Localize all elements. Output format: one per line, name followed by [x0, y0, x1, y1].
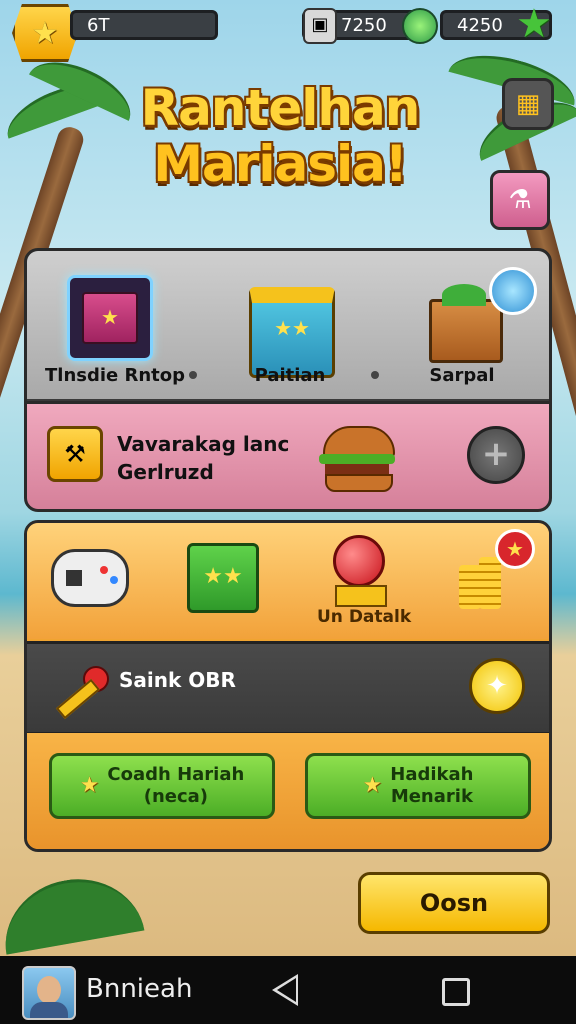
action-row: ★ Coadh Hariah (neca) ★ Hadikah Menarik	[27, 733, 549, 849]
gamepad-icon[interactable]	[51, 549, 129, 607]
title-line1: Rantelhan	[140, 79, 421, 137]
sparkle-button[interactable]: ✦	[469, 658, 525, 714]
treasure-box-icon: ★★	[274, 316, 310, 340]
rewards-item-label: Un Datalk	[317, 607, 412, 627]
user-name: Bnnieah	[86, 974, 193, 1004]
potion-icon: ⚗	[508, 185, 532, 215]
green-star-icon[interactable]: ★	[516, 2, 552, 46]
promo-line2: Gerlruzd	[117, 460, 214, 484]
right-reward-button[interactable]: ★ Hadikah Menarik	[305, 753, 531, 819]
back-icon-inner	[277, 978, 296, 1002]
info-badge-icon[interactable]	[489, 267, 537, 315]
separator-dot	[371, 371, 379, 379]
recents-icon[interactable]	[442, 978, 470, 1006]
shop-item-label-0: Tlnsdie Rntop	[45, 365, 186, 386]
status-row[interactable]: Saink OBR ✦	[27, 641, 549, 735]
game-title: Rantelhan Mariasia!	[100, 80, 460, 192]
status-label: Saink OBR	[119, 668, 236, 692]
currency-a-value: 7250	[341, 14, 387, 36]
open-button[interactable]: Oosn	[358, 872, 550, 934]
left-button-line1: Coadh Hariah	[107, 764, 245, 785]
rewards-panel: ★★ Un Datalk ★ Saink OBR ✦ ★ Coadh Haria…	[24, 520, 552, 852]
title-line2: Mariasia!	[153, 135, 407, 193]
separator-dot	[189, 371, 197, 379]
star-badge-icon: ★	[495, 529, 535, 569]
match-stick-icon	[53, 662, 109, 720]
avatar[interactable]	[22, 966, 76, 1020]
shop-items-row: ★ ★★ Tlnsdie Rntop Paitian Sarpal	[27, 251, 549, 399]
shop-item-0[interactable]: ★	[67, 275, 153, 361]
level-badge[interactable]: ★	[12, 4, 78, 62]
gift-box-green-icon[interactable]: ★★	[187, 543, 259, 613]
leaf-gem-icon[interactable]	[402, 8, 438, 44]
red-button-icon[interactable]	[333, 535, 385, 587]
right-button-line1: Hadikah	[390, 764, 474, 785]
promo-row[interactable]: ⚒ Vavarakag lanc Gerlruzd +	[27, 401, 549, 509]
shop-panel: ★ ★★ Tlnsdie Rntop Paitian Sarpal ⚒ Vava…	[24, 248, 552, 512]
veggie-basket-icon	[442, 284, 486, 306]
gift-basket-button[interactable]: ▦	[502, 78, 554, 130]
shop-item-label-2: Sarpal	[429, 365, 495, 386]
star-icon: ★	[31, 15, 59, 51]
potion-button[interactable]: ⚗	[490, 170, 550, 230]
hammer-icon: ⚒	[47, 426, 103, 482]
treasure-chest-icon: ▣	[303, 8, 337, 44]
rewards-row: ★★ Un Datalk ★	[27, 523, 549, 639]
button-base	[335, 585, 387, 607]
level-value: 6T	[87, 14, 110, 36]
gift-box-icon: ★	[82, 292, 138, 344]
currency-b-value: 4250	[457, 14, 503, 36]
open-button-label: Oosn	[419, 889, 489, 917]
basket-icon: ▦	[515, 89, 541, 119]
left-button-line2: (neca)	[143, 786, 209, 807]
right-button-line2: Menarik	[390, 786, 473, 807]
left-reward-button[interactable]: ★ Coadh Hariah (neca)	[49, 753, 275, 819]
bush	[0, 868, 145, 955]
burger-icon	[319, 418, 395, 494]
star-icon: ★	[79, 773, 100, 798]
promo-line1: Vavarakag lanc	[117, 432, 290, 456]
star-icon: ★	[362, 773, 383, 798]
add-button[interactable]: +	[467, 426, 525, 484]
system-nav-bar: Bnnieah	[0, 956, 576, 1024]
shop-item-label-1: Paitian	[254, 365, 326, 386]
shop-item-2[interactable]	[429, 284, 503, 363]
level-bar: 6T	[70, 10, 218, 40]
promo-text: Vavarakag lanc Gerlruzd	[117, 430, 289, 486]
